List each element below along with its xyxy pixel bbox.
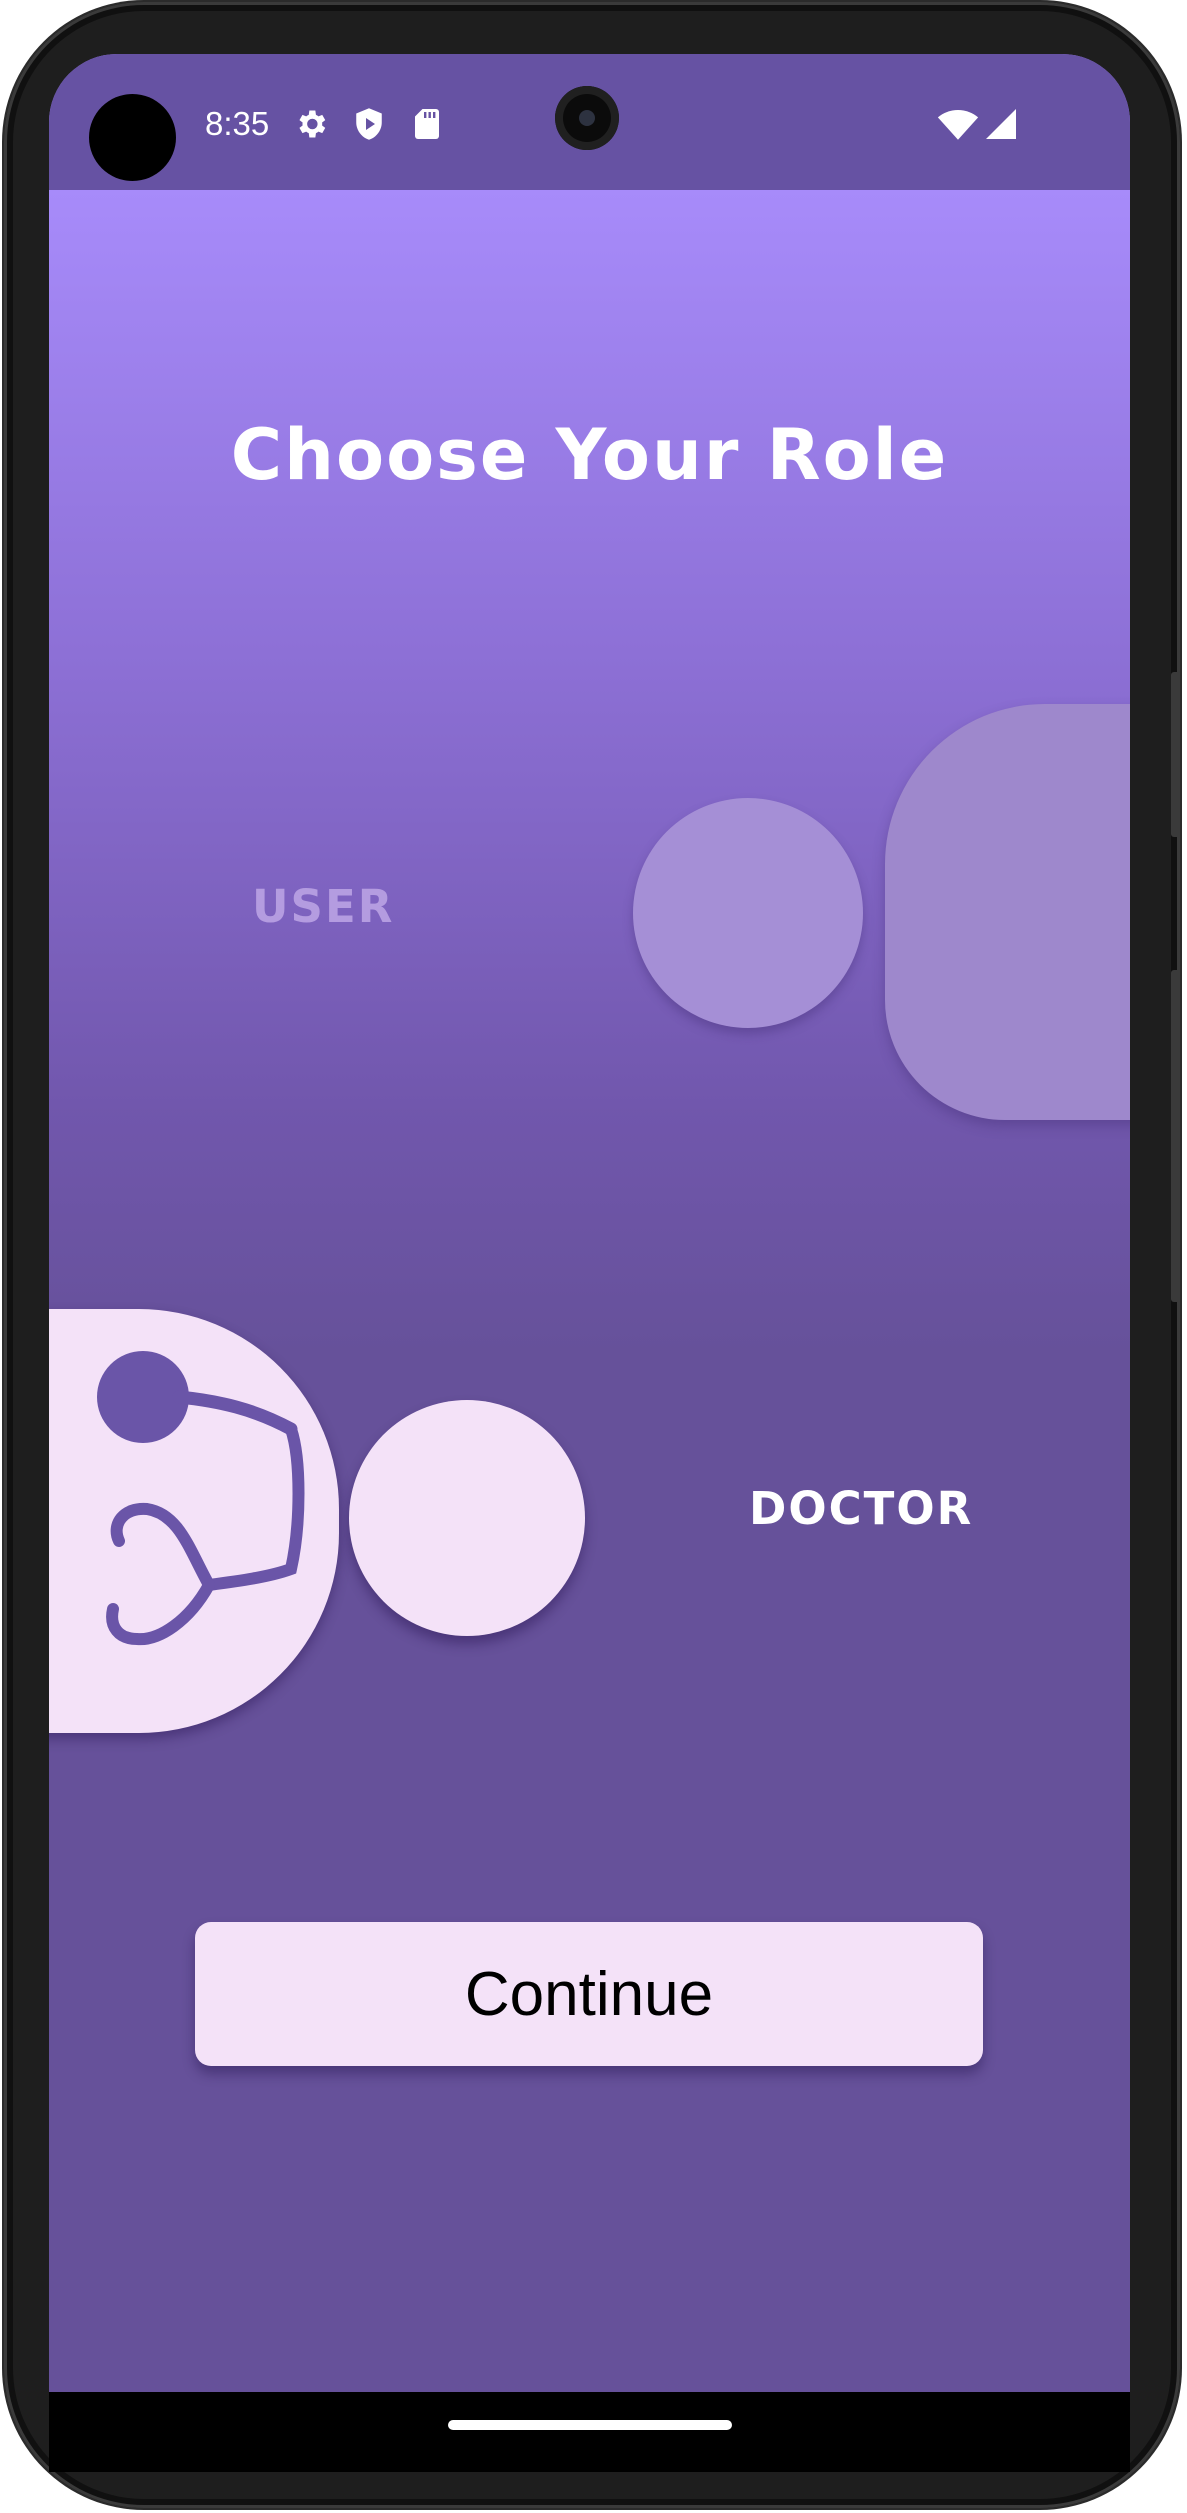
cell-signal-icon bbox=[986, 109, 1016, 139]
navigation-bar bbox=[49, 2392, 1130, 2472]
wifi-icon bbox=[937, 110, 979, 140]
user-icon-card[interactable] bbox=[885, 704, 1130, 1120]
volume-button bbox=[1171, 672, 1180, 837]
page-title: Choose Your Role bbox=[230, 414, 949, 496]
sd-card-icon bbox=[415, 109, 439, 139]
role-label-user[interactable]: USER bbox=[252, 880, 394, 933]
display-cutout bbox=[89, 94, 176, 181]
app-screen: 8:35 Choose Your Role USER DOCTOR Contin… bbox=[49, 54, 1130, 2392]
user-avatar-circle[interactable] bbox=[633, 798, 863, 1028]
home-gesture-handle[interactable] bbox=[448, 2420, 732, 2430]
continue-button[interactable]: Continue bbox=[195, 1922, 983, 2066]
power-button bbox=[1171, 970, 1180, 1302]
doctor-avatar-circle[interactable] bbox=[349, 1400, 585, 1636]
status-bar: 8:35 bbox=[49, 54, 1130, 190]
status-time: 8:35 bbox=[205, 105, 270, 142]
role-label-doctor[interactable]: DOCTOR bbox=[749, 1482, 973, 1535]
stethoscope-icon bbox=[97, 1351, 305, 1646]
doctor-icon-card[interactable] bbox=[49, 1309, 339, 1733]
settings-icon bbox=[299, 110, 326, 138]
shield-play-icon bbox=[356, 108, 382, 140]
front-camera bbox=[555, 86, 619, 150]
